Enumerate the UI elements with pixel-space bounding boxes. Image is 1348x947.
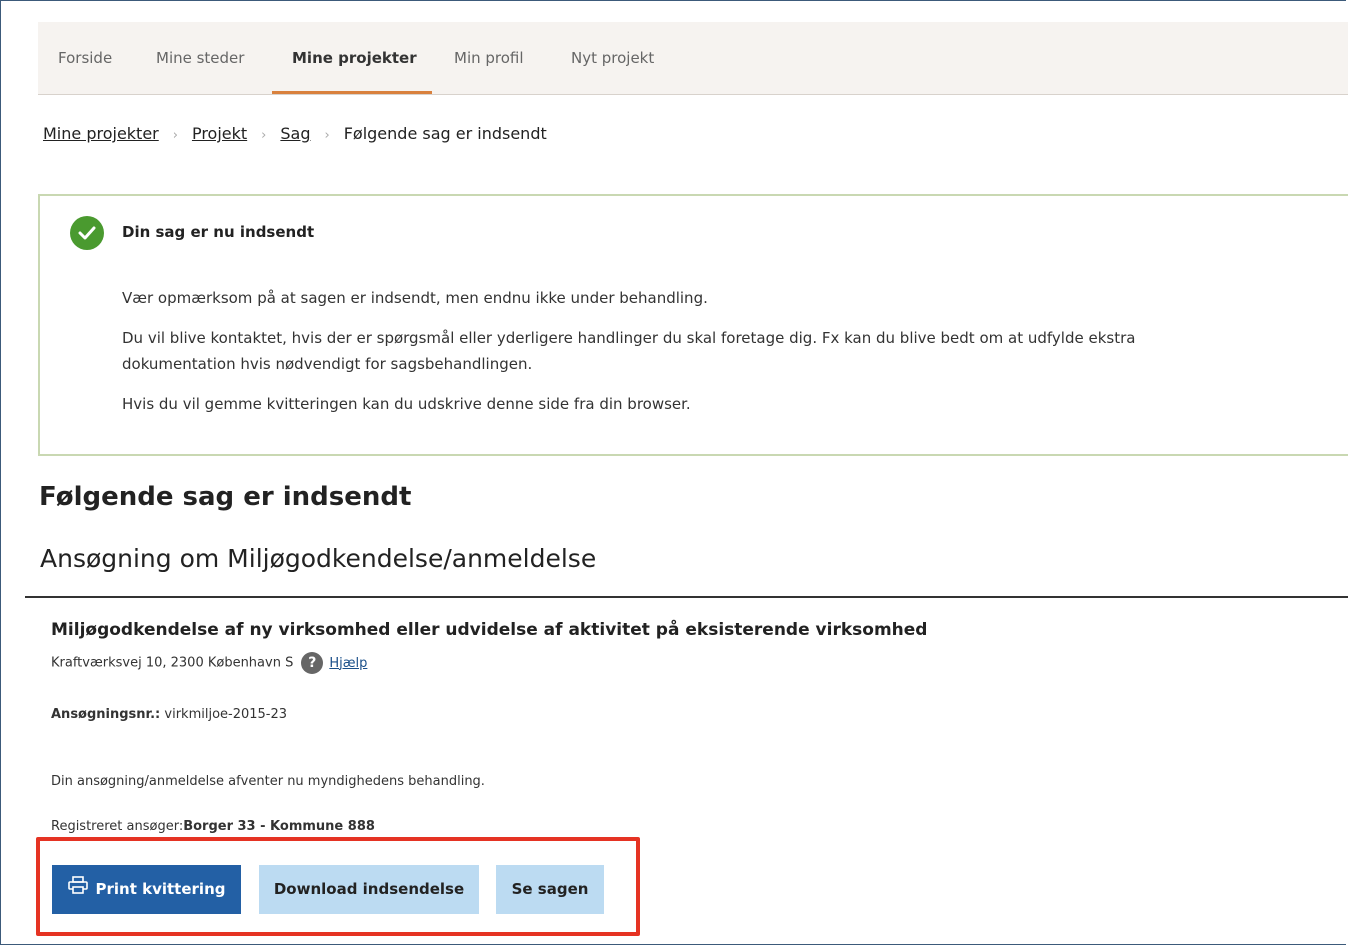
notice-title: Din sag er nu indsendt: [122, 223, 315, 241]
help-link[interactable]: Hjælp: [329, 656, 367, 671]
download-submission-button[interactable]: Download indsendelse: [259, 865, 479, 914]
notice-paragraph: Vær opmærksom på at sagen er indsendt, m…: [122, 289, 708, 307]
applicant: Registreret ansøger:Borger 33 - Kommune …: [51, 819, 375, 834]
status-text: Din ansøgning/anmeldelse afventer nu myn…: [51, 774, 485, 789]
help-icon[interactable]: ?: [301, 652, 324, 674]
chevron-right-icon: ›: [324, 128, 330, 143]
print-receipt-button[interactable]: Print kvittering: [52, 865, 241, 914]
top-navigation: Forside Mine steder Mine projekter Min p…: [38, 22, 1348, 95]
tab-mine-steder[interactable]: Mine steder: [156, 22, 244, 94]
breadcrumb: Mine projekter › Projekt › Sag › Følgende sag …: [43, 124, 547, 148]
page-subtitle: Ansøgning om Miljøgodkendelse/anmeldelse: [40, 544, 597, 573]
tab-min-profil[interactable]: Min profil: [454, 22, 524, 94]
tab-forside[interactable]: Forside: [58, 22, 112, 94]
application-number-label: Ansøgningsnr.:: [51, 707, 161, 722]
notice-paragraph: Hvis du vil gemme kvitteringen kan du ud…: [122, 395, 691, 413]
application-number-value: virkmiljoe-2015-23: [164, 707, 288, 722]
address-row: Kraftværksvej 10, 2300 København S? Hjælp: [51, 652, 367, 674]
check-circle-icon: [70, 216, 104, 250]
notice-paragraph: Du vil blive kontaktet, hvis der er spør…: [122, 329, 1136, 373]
success-notice: Din sag er nu indsendt Vær opmærksom på …: [38, 194, 1348, 456]
case-address: Kraftværksvej 10, 2300 København S: [51, 655, 294, 671]
breadcrumb-link-sag[interactable]: Sag: [280, 124, 310, 143]
application-number: Ansøgningsnr.: virkmiljoe-2015-23: [51, 707, 287, 722]
page-title: Følgende sag er indsendt: [39, 482, 412, 512]
view-case-button[interactable]: Se sagen: [496, 865, 604, 914]
breadcrumb-current: Følgende sag er indsendt: [343, 124, 547, 143]
print-receipt-label: Print kvittering: [95, 880, 226, 898]
chevron-right-icon: ›: [172, 128, 178, 143]
divider: [25, 596, 1348, 598]
breadcrumb-link-mine-projekter[interactable]: Mine projekter: [43, 124, 159, 143]
breadcrumb-link-projekt[interactable]: Projekt: [192, 124, 247, 143]
case-title: Miljøgodkendelse af ny virksomhed eller …: [51, 620, 928, 640]
tab-nyt-projekt[interactable]: Nyt projekt: [571, 22, 654, 94]
applicant-label: Registreret ansøger:: [51, 819, 184, 834]
applicant-value: Borger 33 - Kommune 888: [183, 819, 375, 834]
chevron-right-icon: ›: [261, 128, 267, 143]
active-tab-indicator: [272, 91, 432, 94]
tab-mine-projekter[interactable]: Mine projekter: [292, 22, 417, 94]
printer-icon: [67, 865, 88, 914]
